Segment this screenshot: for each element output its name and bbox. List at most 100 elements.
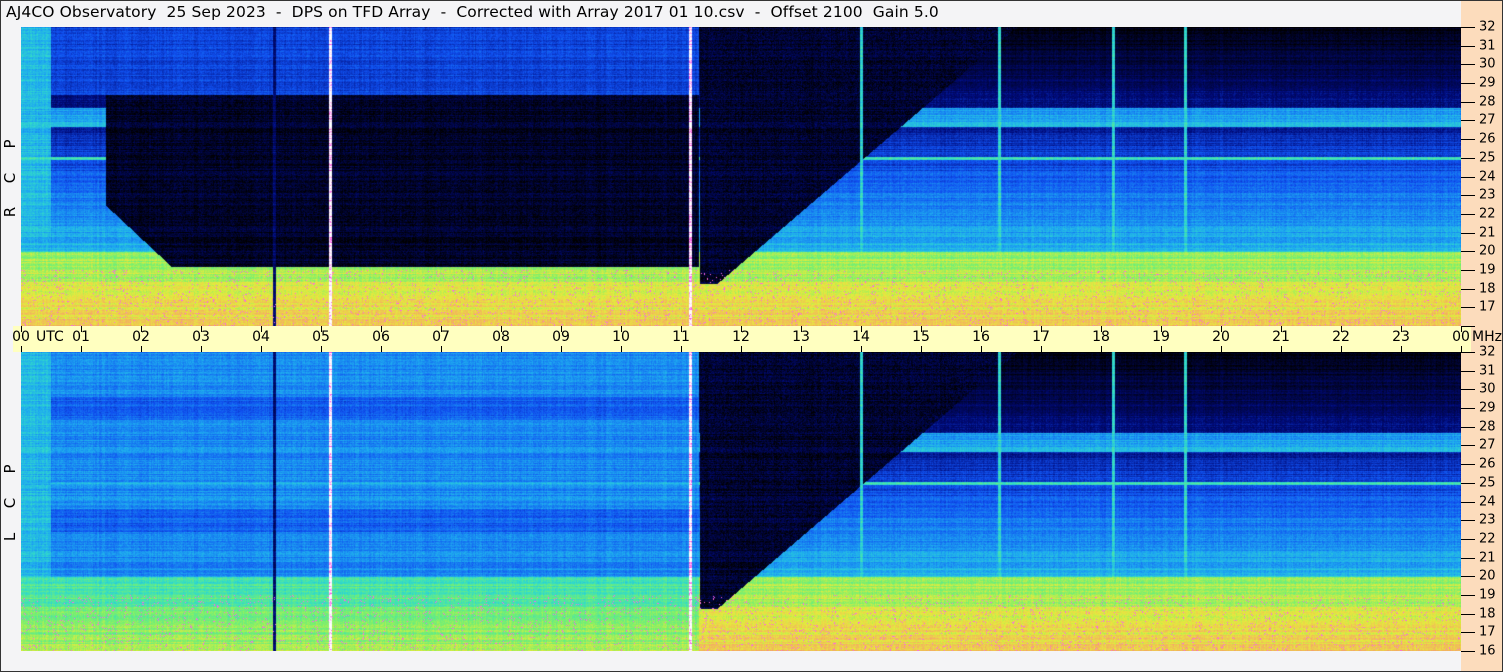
x-tick xyxy=(1101,326,1102,332)
y-tick-label: 29 xyxy=(1479,400,1496,416)
polarization-letter: C xyxy=(1,497,19,509)
x-tick xyxy=(1341,326,1342,332)
y-tick-label: 20 xyxy=(1479,243,1496,259)
y-tick xyxy=(1461,408,1475,410)
rcp-spectrogram xyxy=(21,27,1461,326)
y-tick-label: 19 xyxy=(1479,262,1496,278)
y-tick-label: 27 xyxy=(1479,112,1496,128)
y-tick-label: 22 xyxy=(1479,531,1496,547)
y-tick xyxy=(1461,232,1475,234)
y-tick xyxy=(1461,120,1475,122)
x-tick xyxy=(381,326,382,332)
x-tick xyxy=(561,346,562,352)
y-tick xyxy=(1461,501,1475,503)
y-tick xyxy=(1461,213,1475,215)
y-tick xyxy=(1461,426,1475,428)
time-unit-label: UTC xyxy=(36,329,64,345)
x-tick xyxy=(21,326,22,332)
y-tick xyxy=(1461,352,1475,353)
y-tick-label: 18 xyxy=(1479,606,1496,622)
x-tick xyxy=(81,326,82,332)
y-tick-label: 21 xyxy=(1479,225,1496,241)
y-tick-label: 31 xyxy=(1479,38,1496,54)
x-tick xyxy=(741,326,742,332)
y-tick xyxy=(1461,139,1475,141)
y-tick xyxy=(1461,195,1475,197)
x-tick xyxy=(861,346,862,352)
x-tick xyxy=(1101,346,1102,352)
y-tick xyxy=(1461,445,1475,447)
y-tick-label: 17 xyxy=(1479,299,1496,315)
y-tick-label: 30 xyxy=(1479,56,1496,72)
x-tick xyxy=(741,346,742,352)
polarization-letter: P xyxy=(1,464,19,474)
y-tick xyxy=(1461,538,1475,540)
x-tick xyxy=(621,346,622,352)
x-tick xyxy=(141,326,142,332)
y-tick xyxy=(1461,101,1475,103)
y-tick xyxy=(1461,307,1475,309)
polarization-letter: C xyxy=(1,172,19,184)
y-tick xyxy=(1461,83,1475,85)
x-tick xyxy=(561,326,562,332)
y-tick xyxy=(1461,176,1475,178)
y-tick-label: 28 xyxy=(1479,94,1496,110)
y-tick-label: 16 xyxy=(1479,643,1496,659)
x-tick xyxy=(1041,346,1042,352)
x-tick xyxy=(381,346,382,352)
y-tick xyxy=(1461,27,1475,28)
x-tick xyxy=(921,326,922,332)
x-tick xyxy=(1221,326,1222,332)
x-tick xyxy=(681,346,682,352)
y-tick-label: 21 xyxy=(1479,550,1496,566)
x-tick xyxy=(501,326,502,332)
x-tick xyxy=(801,326,802,332)
polarization-letter: L xyxy=(1,532,19,542)
x-tick xyxy=(321,346,322,352)
window-title: AJ4CO Observatory 25 Sep 2023 - DPS on T… xyxy=(6,3,939,21)
y-tick-label: 32 xyxy=(1479,344,1496,360)
x-tick xyxy=(1161,326,1162,332)
polarization-letter: P xyxy=(1,139,19,149)
y-tick-label: 19 xyxy=(1479,587,1496,603)
x-tick xyxy=(201,326,202,332)
y-tick-label: 26 xyxy=(1479,131,1496,147)
x-tick xyxy=(441,346,442,352)
x-tick xyxy=(261,346,262,352)
x-tick xyxy=(81,346,82,352)
y-tick xyxy=(1461,389,1475,391)
y-tick xyxy=(1461,520,1475,522)
y-tick-label: 27 xyxy=(1479,437,1496,453)
x-tick xyxy=(141,346,142,352)
y-tick xyxy=(1461,288,1475,290)
y-tick xyxy=(1461,326,1475,327)
y-tick-label: 26 xyxy=(1479,456,1496,472)
y-tick xyxy=(1461,464,1475,466)
y-tick-label: 18 xyxy=(1479,281,1496,297)
y-tick xyxy=(1461,613,1475,615)
x-tick xyxy=(261,326,262,332)
y-tick xyxy=(1461,251,1475,253)
y-tick-label: 25 xyxy=(1479,475,1496,491)
y-tick xyxy=(1461,157,1475,159)
y-tick xyxy=(1461,64,1475,66)
x-tick xyxy=(1041,326,1042,332)
x-tick xyxy=(201,346,202,352)
x-tick xyxy=(321,326,322,332)
y-tick-label: 24 xyxy=(1479,494,1496,509)
x-tick xyxy=(441,326,442,332)
x-tick xyxy=(981,346,982,352)
y-tick xyxy=(1461,370,1475,372)
y-tick-label: 17 xyxy=(1479,624,1496,640)
y-tick-label: 31 xyxy=(1479,363,1496,379)
y-tick xyxy=(1461,45,1475,47)
x-tick xyxy=(501,346,502,352)
x-tick xyxy=(1341,346,1342,352)
y-tick-label: 23 xyxy=(1479,187,1496,203)
x-tick xyxy=(1281,326,1282,332)
y-tick xyxy=(1461,482,1475,484)
x-tick xyxy=(921,346,922,352)
x-tick xyxy=(1281,346,1282,352)
x-tick xyxy=(801,346,802,352)
y-tick-label: 30 xyxy=(1479,381,1496,397)
